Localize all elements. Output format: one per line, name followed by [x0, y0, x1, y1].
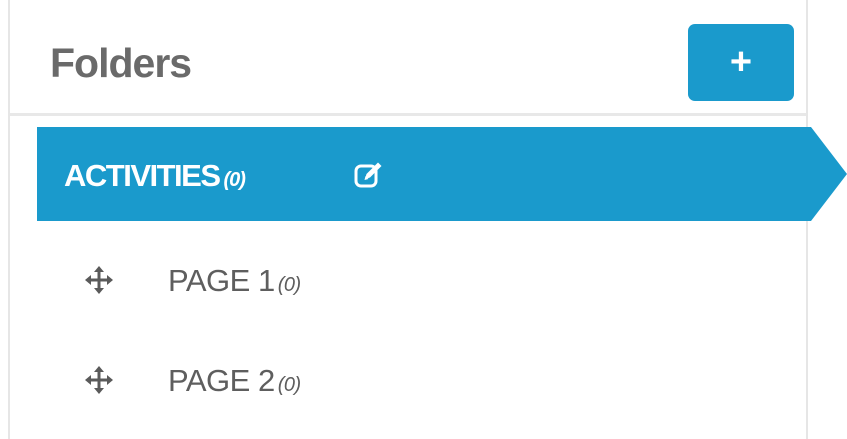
page-item[interactable]: PAGE 1 (0)	[37, 236, 797, 326]
panel-title: Folders	[50, 40, 192, 86]
active-folder-arrow	[811, 127, 847, 221]
move-icon[interactable]	[85, 266, 113, 294]
page-name: PAGE 2	[168, 363, 275, 398]
folder-name: ACTIVITIES	[64, 158, 221, 193]
page-name: PAGE 1	[168, 263, 275, 298]
move-icon[interactable]	[85, 366, 113, 394]
folder-item-activities[interactable]: ACTIVITIES (0)	[37, 127, 811, 221]
edit-icon[interactable]	[353, 159, 385, 191]
page-count: (0)	[277, 274, 301, 296]
folder-label: ACTIVITIES (0)	[64, 158, 246, 197]
page-label: PAGE 1 (0)	[168, 264, 301, 302]
page-label: PAGE 2 (0)	[168, 364, 301, 402]
add-folder-button[interactable]: +	[688, 24, 794, 101]
folders-header: Folders +	[10, 0, 806, 116]
page-item[interactable]: PAGE 2 (0)	[37, 336, 797, 426]
folder-count: (0)	[223, 169, 246, 191]
page-count: (0)	[277, 374, 301, 396]
